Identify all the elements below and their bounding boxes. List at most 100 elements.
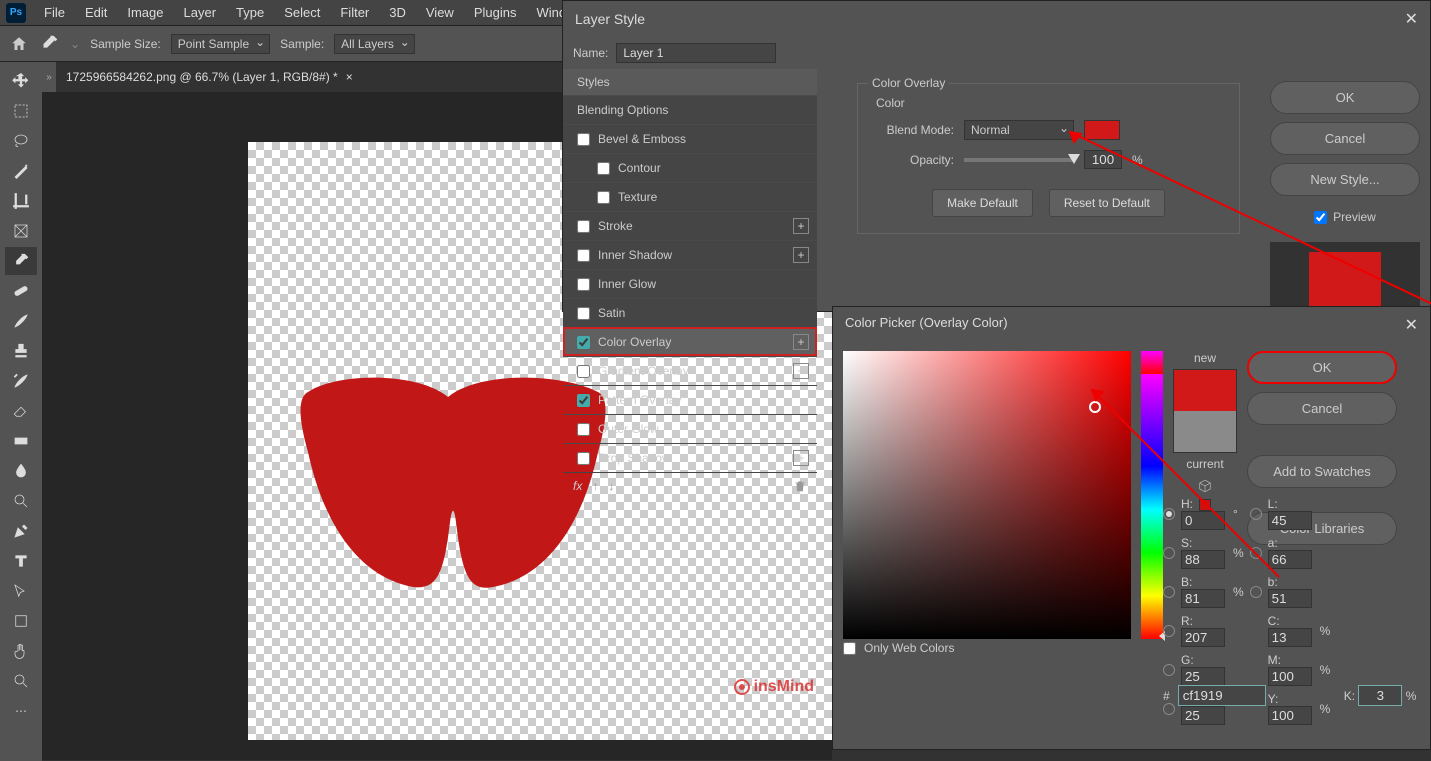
b-input[interactable] <box>1181 589 1225 608</box>
close-tab-icon[interactable]: × <box>346 70 353 84</box>
bevel-row[interactable]: Bevel & Emboss <box>563 124 817 153</box>
opacity-slider[interactable] <box>964 158 1074 162</box>
drop-shadow-row[interactable]: Drop Shadow+ <box>563 443 817 472</box>
menu-select[interactable]: Select <box>276 1 328 24</box>
menu-3d[interactable]: 3D <box>381 1 414 24</box>
texture-row[interactable]: Texture <box>563 182 817 211</box>
stamp-tool[interactable] <box>5 337 37 365</box>
close-icon[interactable]: ✕ <box>1405 9 1418 29</box>
b2-input[interactable] <box>1268 589 1312 608</box>
history-brush-tool[interactable] <box>5 367 37 395</box>
stroke-checkbox[interactable] <box>577 220 590 233</box>
heal-tool[interactable] <box>5 277 37 305</box>
slider-thumb-icon[interactable] <box>1068 154 1080 164</box>
path-tool[interactable] <box>5 577 37 605</box>
outer-glow-checkbox[interactable] <box>577 423 590 436</box>
blur-tool[interactable] <box>5 457 37 485</box>
add-color-overlay-icon[interactable]: + <box>793 334 809 350</box>
menu-edit[interactable]: Edit <box>77 1 115 24</box>
menu-plugins[interactable]: Plugins <box>466 1 525 24</box>
only-web-colors-toggle[interactable]: Only Web Colors <box>843 641 954 655</box>
home-icon[interactable] <box>10 35 28 53</box>
ok-button[interactable]: OK <box>1270 81 1420 114</box>
bevel-checkbox[interactable] <box>577 133 590 146</box>
m-input[interactable] <box>1268 667 1312 686</box>
c-input[interactable] <box>1268 628 1312 647</box>
menu-image[interactable]: Image <box>119 1 171 24</box>
eraser-tool[interactable] <box>5 397 37 425</box>
color-field[interactable] <box>843 351 1131 639</box>
pattern-overlay-checkbox[interactable] <box>577 394 590 407</box>
menu-layer[interactable]: Layer <box>176 1 225 24</box>
hex-input[interactable] <box>1178 685 1266 706</box>
pen-tool[interactable] <box>5 517 37 545</box>
panel-expand-icon[interactable]: » <box>42 62 56 92</box>
hand-tool[interactable] <box>5 637 37 665</box>
b-radio[interactable] <box>1163 586 1175 598</box>
preview-checkbox[interactable] <box>1314 211 1327 224</box>
texture-checkbox[interactable] <box>597 191 610 204</box>
stroke-row[interactable]: Stroke+ <box>563 211 817 240</box>
gradient-overlay-row[interactable]: Gradient Overlay+ <box>563 356 817 385</box>
drop-shadow-checkbox[interactable] <box>577 452 590 465</box>
gradient-tool[interactable] <box>5 427 37 455</box>
brush-tool[interactable] <box>5 307 37 335</box>
wand-tool[interactable] <box>5 157 37 185</box>
shape-tool[interactable] <box>5 607 37 635</box>
add-inner-shadow-icon[interactable]: + <box>793 247 809 263</box>
only-web-checkbox[interactable] <box>843 642 856 655</box>
menu-filter[interactable]: Filter <box>332 1 377 24</box>
more-tools[interactable]: ⋯ <box>5 697 37 725</box>
marquee-tool[interactable] <box>5 97 37 125</box>
cancel-button[interactable]: Cancel <box>1270 122 1420 155</box>
styles-header[interactable]: Styles <box>563 69 817 95</box>
gradient-overlay-checkbox[interactable] <box>577 365 590 378</box>
opacity-input[interactable] <box>1084 150 1122 169</box>
move-up-icon[interactable]: ↑ <box>592 479 598 493</box>
type-tool[interactable] <box>5 547 37 575</box>
y-input[interactable] <box>1268 706 1312 725</box>
contour-checkbox[interactable] <box>597 162 610 175</box>
ok-button[interactable]: OK <box>1247 351 1397 384</box>
frame-tool[interactable] <box>5 217 37 245</box>
k-input[interactable] <box>1358 685 1402 706</box>
add-drop-shadow-icon[interactable]: + <box>793 450 809 466</box>
pattern-overlay-row[interactable]: Pattern Overlay <box>563 385 817 414</box>
satin-checkbox[interactable] <box>577 307 590 320</box>
color-overlay-row[interactable]: Color Overlay+ <box>563 327 817 356</box>
inner-glow-row[interactable]: Inner Glow <box>563 269 817 298</box>
add-stroke-icon[interactable]: + <box>793 218 809 234</box>
menu-file[interactable]: File <box>36 1 73 24</box>
lasso-tool[interactable] <box>5 127 37 155</box>
make-default-button[interactable]: Make Default <box>932 189 1033 217</box>
color-overlay-checkbox[interactable] <box>577 336 590 349</box>
b2-radio[interactable] <box>1250 586 1262 598</box>
sample-dropdown[interactable]: All Layers <box>334 34 415 54</box>
inner-shadow-checkbox[interactable] <box>577 249 590 262</box>
reset-default-button[interactable]: Reset to Default <box>1049 189 1165 217</box>
zoom-tool[interactable] <box>5 667 37 695</box>
preview-toggle[interactable]: Preview <box>1270 210 1420 224</box>
move-tool[interactable] <box>5 67 37 95</box>
r-input[interactable] <box>1181 628 1225 647</box>
dodge-tool[interactable] <box>5 487 37 515</box>
move-down-icon[interactable]: ↓ <box>608 479 614 493</box>
fx-label[interactable]: fx <box>573 479 582 493</box>
r-radio[interactable] <box>1163 625 1175 637</box>
inner-shadow-row[interactable]: Inner Shadow+ <box>563 240 817 269</box>
crop-tool[interactable] <box>5 187 37 215</box>
menu-type[interactable]: Type <box>228 1 272 24</box>
inner-glow-checkbox[interactable] <box>577 278 590 291</box>
eyedropper-tool[interactable] <box>5 247 37 275</box>
b3-input[interactable] <box>1181 706 1225 725</box>
outer-glow-row[interactable]: Outer Glow <box>563 414 817 443</box>
document-tab[interactable]: 1725966584262.png @ 66.7% (Layer 1, RGB/… <box>56 64 363 90</box>
menu-view[interactable]: View <box>418 1 462 24</box>
close-icon[interactable]: ✕ <box>1405 315 1418 335</box>
overlay-color-swatch[interactable] <box>1084 120 1120 140</box>
blending-options-row[interactable]: Blending Options <box>563 95 817 124</box>
satin-row[interactable]: Satin <box>563 298 817 327</box>
g-input[interactable] <box>1181 667 1225 686</box>
new-style-button[interactable]: New Style... <box>1270 163 1420 196</box>
layer-name-input[interactable] <box>616 43 776 63</box>
